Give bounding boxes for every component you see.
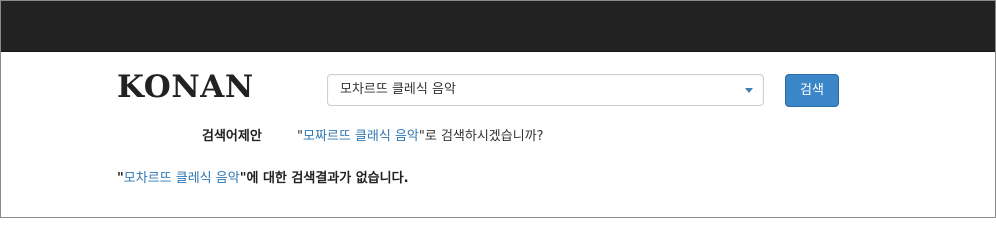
searched-keyword: 모차르뜨 클레식 음악 (123, 171, 240, 186)
suggestion-question: 로 검색하시겠습니까? (424, 129, 544, 144)
suggestion-label: 검색어제안 (202, 129, 262, 144)
app-window: KONAN 모차르뜨 클레식 음악 검색 검색어제안 "모짜르뜨 클래식 음악"로… (0, 0, 996, 218)
search-input[interactable]: 모차르뜨 클레식 음악 (327, 74, 764, 106)
chevron-down-icon[interactable] (745, 88, 753, 93)
search-suggestion: 검색어제안 "모짜르뜨 클래식 음악"로 검색하시겠습니까? (202, 127, 544, 147)
result-open-quote: " (117, 171, 124, 186)
no-results-text: 에 대한 검색결과가 없습니다. (246, 171, 409, 186)
search-input-value[interactable]: 모차르뜨 클레식 음악 (340, 75, 456, 105)
suggested-keyword-link[interactable]: 모짜르뜨 클래식 음악 (303, 129, 419, 144)
search-button[interactable]: 검색 (785, 74, 839, 107)
top-navigation-bar (1, 1, 995, 52)
no-results-message: "모차르뜨 클레식 음악"에 대한 검색결과가 없습니다. (117, 169, 409, 189)
konan-logo[interactable]: KONAN (117, 67, 254, 107)
